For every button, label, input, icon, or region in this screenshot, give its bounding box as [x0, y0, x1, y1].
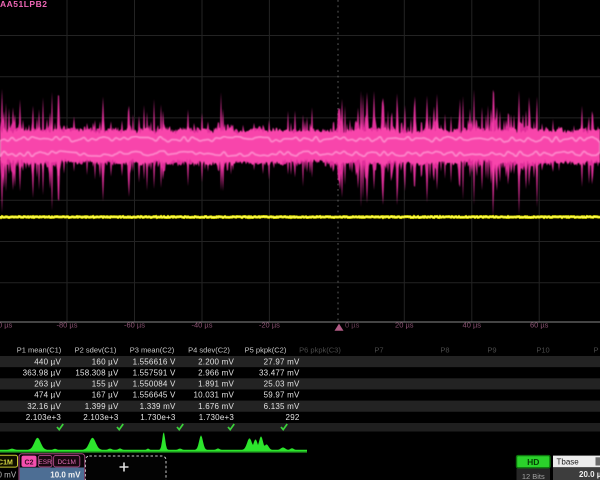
svg-text:P5 pkpk(C2): P5 pkpk(C2)	[245, 346, 287, 355]
svg-text:2.103e+3: 2.103e+3	[26, 413, 62, 422]
svg-text:2.966 mV: 2.966 mV	[198, 368, 234, 377]
svg-text:1.556616 V: 1.556616 V	[133, 357, 176, 366]
svg-text:20.0 µs: 20.0 µs	[579, 470, 600, 479]
svg-text:1.676 mV: 1.676 mV	[198, 402, 234, 411]
svg-text:474 µV: 474 µV	[34, 391, 61, 400]
svg-text:10.0 mV: 10.0 mV	[50, 471, 81, 480]
svg-text:P8: P8	[440, 346, 449, 355]
svg-text:1.550084 V: 1.550084 V	[133, 380, 176, 389]
svg-text:-80 µs: -80 µs	[57, 321, 78, 330]
svg-text:P3 mean(C2): P3 mean(C2)	[130, 346, 175, 355]
svg-text:32.16 µV: 32.16 µV	[27, 402, 61, 411]
svg-text:P9: P9	[487, 346, 496, 355]
svg-text:DC1M: DC1M	[57, 459, 75, 466]
svg-text:1.730e+3: 1.730e+3	[199, 413, 235, 422]
svg-text:263 µV: 263 µV	[34, 380, 61, 389]
svg-text:0 µs: 0 µs	[345, 321, 360, 330]
svg-text:1.891 mV: 1.891 mV	[198, 380, 234, 389]
svg-text:363.98 µV: 363.98 µV	[23, 368, 62, 377]
svg-text:1.556645 V: 1.556645 V	[133, 391, 176, 400]
svg-text:-100 µs: -100 µs	[0, 321, 13, 330]
svg-text:C2: C2	[25, 459, 34, 466]
svg-text:AA51LPB2: AA51LPB2	[0, 0, 47, 9]
svg-text:2.200 mV: 2.200 mV	[198, 357, 234, 366]
svg-text:P6 pkpk(C3): P6 pkpk(C3)	[299, 346, 341, 355]
svg-text:DC1M: DC1M	[0, 459, 13, 466]
svg-text:P10: P10	[536, 346, 549, 355]
svg-text:25.03 mV: 25.03 mV	[264, 380, 300, 389]
svg-text:-60 µs: -60 µs	[124, 321, 145, 330]
svg-text:1.399 µV: 1.399 µV	[85, 402, 119, 411]
svg-text:P2 sdev(C1): P2 sdev(C1)	[75, 346, 117, 355]
svg-text:P: P	[593, 346, 598, 355]
svg-text:1.557591 V: 1.557591 V	[133, 368, 176, 377]
svg-text:P1 mean(C1): P1 mean(C1)	[17, 346, 62, 355]
svg-text:12 Bits: 12 Bits	[522, 472, 545, 480]
svg-text:155 µV: 155 µV	[92, 380, 119, 389]
svg-text:-20 µs: -20 µs	[259, 321, 280, 330]
svg-text:158.308 µV: 158.308 µV	[75, 368, 119, 377]
svg-text:1.730e+3: 1.730e+3	[140, 413, 176, 422]
svg-text:40 µs: 40 µs	[463, 321, 482, 330]
svg-text:27.97 mV: 27.97 mV	[264, 357, 300, 366]
svg-text:HD: HD	[527, 457, 539, 467]
svg-text:ESR: ESR	[38, 459, 52, 466]
svg-text:-40 µs: -40 µs	[192, 321, 213, 330]
svg-text:20 µs: 20 µs	[395, 321, 414, 330]
svg-text:2.103e+3: 2.103e+3	[83, 413, 119, 422]
svg-text:1.339 mV: 1.339 mV	[140, 402, 176, 411]
svg-text:292: 292	[286, 413, 300, 422]
svg-text:10.031 mV: 10.031 mV	[194, 391, 235, 400]
svg-text:0 mV: 0 mV	[0, 471, 17, 480]
svg-text:60 µs: 60 µs	[530, 321, 549, 330]
svg-text:P4 sdev(C2): P4 sdev(C2)	[188, 346, 230, 355]
svg-text:59.97 mV: 59.97 mV	[264, 391, 300, 400]
svg-text:P7: P7	[374, 346, 383, 355]
svg-text:6.135 mV: 6.135 mV	[264, 402, 300, 411]
svg-text:33.477 mV: 33.477 mV	[259, 368, 300, 377]
svg-text:440 µV: 440 µV	[34, 357, 61, 366]
svg-text:167 µV: 167 µV	[92, 391, 119, 400]
svg-text:160 µV: 160 µV	[92, 357, 119, 366]
svg-text:Tbase: Tbase	[557, 458, 580, 467]
